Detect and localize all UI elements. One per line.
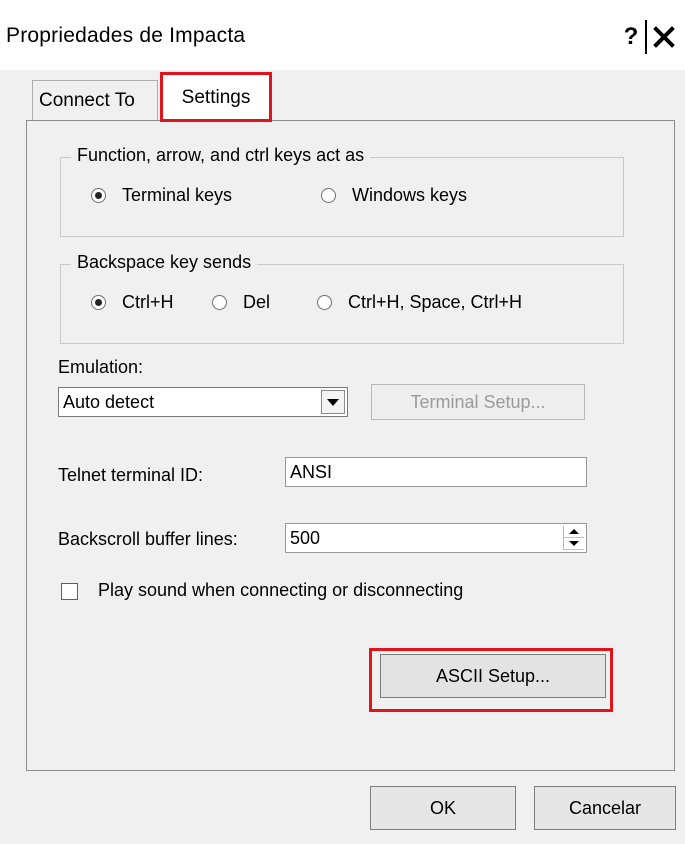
- function-keys-group-label: Function, arrow, and ctrl keys act as: [71, 145, 371, 166]
- backspace-group-label: Backspace key sends: [71, 252, 258, 273]
- window-title: Propriedades de Impacta: [6, 24, 246, 47]
- ok-button[interactable]: OK: [370, 786, 516, 830]
- radio-ctrl-h[interactable]: Ctrl+H: [91, 292, 174, 313]
- play-sound-label: Play sound when connecting or disconnect…: [98, 580, 464, 600]
- emulation-select[interactable]: Auto detect: [58, 387, 348, 417]
- play-sound-checkbox[interactable]: [61, 583, 78, 600]
- radio-label: Windows keys: [352, 185, 468, 205]
- radio-ctrl-h-space[interactable]: Ctrl+H, Space, Ctrl+H: [317, 292, 522, 313]
- help-button[interactable]: ?: [617, 20, 647, 54]
- chevron-down-icon[interactable]: [321, 390, 345, 414]
- tab-connect-to[interactable]: Connect To: [32, 80, 158, 120]
- properties-dialog: Propriedades de Impacta ? Connect To Set…: [0, 0, 685, 844]
- radio-label: Terminal keys: [122, 185, 233, 205]
- title-bar: Propriedades de Impacta ?: [0, 0, 685, 70]
- radio-label: Ctrl+H: [122, 292, 174, 312]
- radio-label: Del: [243, 292, 271, 312]
- cancel-button[interactable]: Cancelar: [534, 786, 676, 830]
- radio-label: Ctrl+H, Space, Ctrl+H: [348, 292, 523, 312]
- radio-button[interactable]: [91, 188, 106, 203]
- tab-settings[interactable]: Settings: [160, 72, 272, 122]
- backscroll-label: Backscroll buffer lines:: [58, 529, 238, 549]
- radio-button[interactable]: [317, 295, 332, 310]
- backspace-group: Backspace key sends Ctrl+H Del Ctrl+H, S…: [60, 252, 624, 344]
- radio-terminal-keys[interactable]: Terminal keys: [91, 185, 232, 206]
- radio-windows-keys[interactable]: Windows keys: [321, 185, 467, 206]
- backscroll-value: 500: [290, 528, 321, 548]
- window-frame: [0, 70, 12, 844]
- close-button[interactable]: [650, 20, 678, 54]
- emulation-select-value: Auto detect: [63, 392, 155, 412]
- radio-button[interactable]: [91, 295, 106, 310]
- function-keys-group: Function, arrow, and ctrl keys act as Te…: [60, 145, 624, 237]
- radio-button[interactable]: [321, 188, 336, 203]
- emulation-label: Emulation:: [58, 357, 144, 377]
- spin-up-icon[interactable]: [564, 526, 584, 538]
- spin-down-icon[interactable]: [564, 538, 584, 550]
- backscroll-spinner[interactable]: [563, 526, 584, 550]
- backscroll-input[interactable]: 500: [285, 523, 587, 553]
- radio-del[interactable]: Del: [212, 292, 270, 313]
- telnet-id-input[interactable]: ANSI: [285, 457, 587, 487]
- telnet-id-label: Telnet terminal ID:: [58, 465, 204, 485]
- radio-button[interactable]: [212, 295, 227, 310]
- ascii-setup-highlight: [369, 648, 613, 712]
- close-icon: [653, 26, 675, 48]
- terminal-setup-button[interactable]: Terminal Setup...: [371, 384, 585, 420]
